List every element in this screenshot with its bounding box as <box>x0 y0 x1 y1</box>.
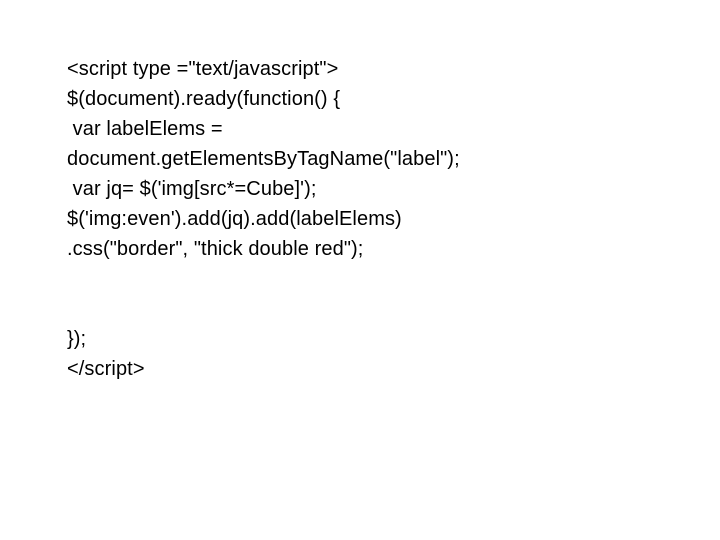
code-line-var-label-a: var labelElems = <box>67 114 720 144</box>
code-line-close-fn: }); <box>67 324 720 354</box>
code-snippet-container: <script type ="text/javascript"> $(docum… <box>0 0 720 384</box>
code-line-var-jq: var jq= $('img[src*=Cube]'); <box>67 174 720 204</box>
code-line-add-chain: $('img:even').add(jq).add(labelElems) <box>67 204 720 234</box>
code-line-script-close: </script> <box>67 354 720 384</box>
code-line-blank <box>67 264 720 294</box>
code-line-doc-ready: $(document).ready(function() { <box>67 84 720 114</box>
code-line-blank <box>67 294 720 324</box>
code-line-var-label-b: document.getElementsByTagName("label"); <box>67 144 720 174</box>
code-line-css: .css("border", "thick double red"); <box>67 234 720 264</box>
code-line-script-open: <script type ="text/javascript"> <box>67 54 720 84</box>
